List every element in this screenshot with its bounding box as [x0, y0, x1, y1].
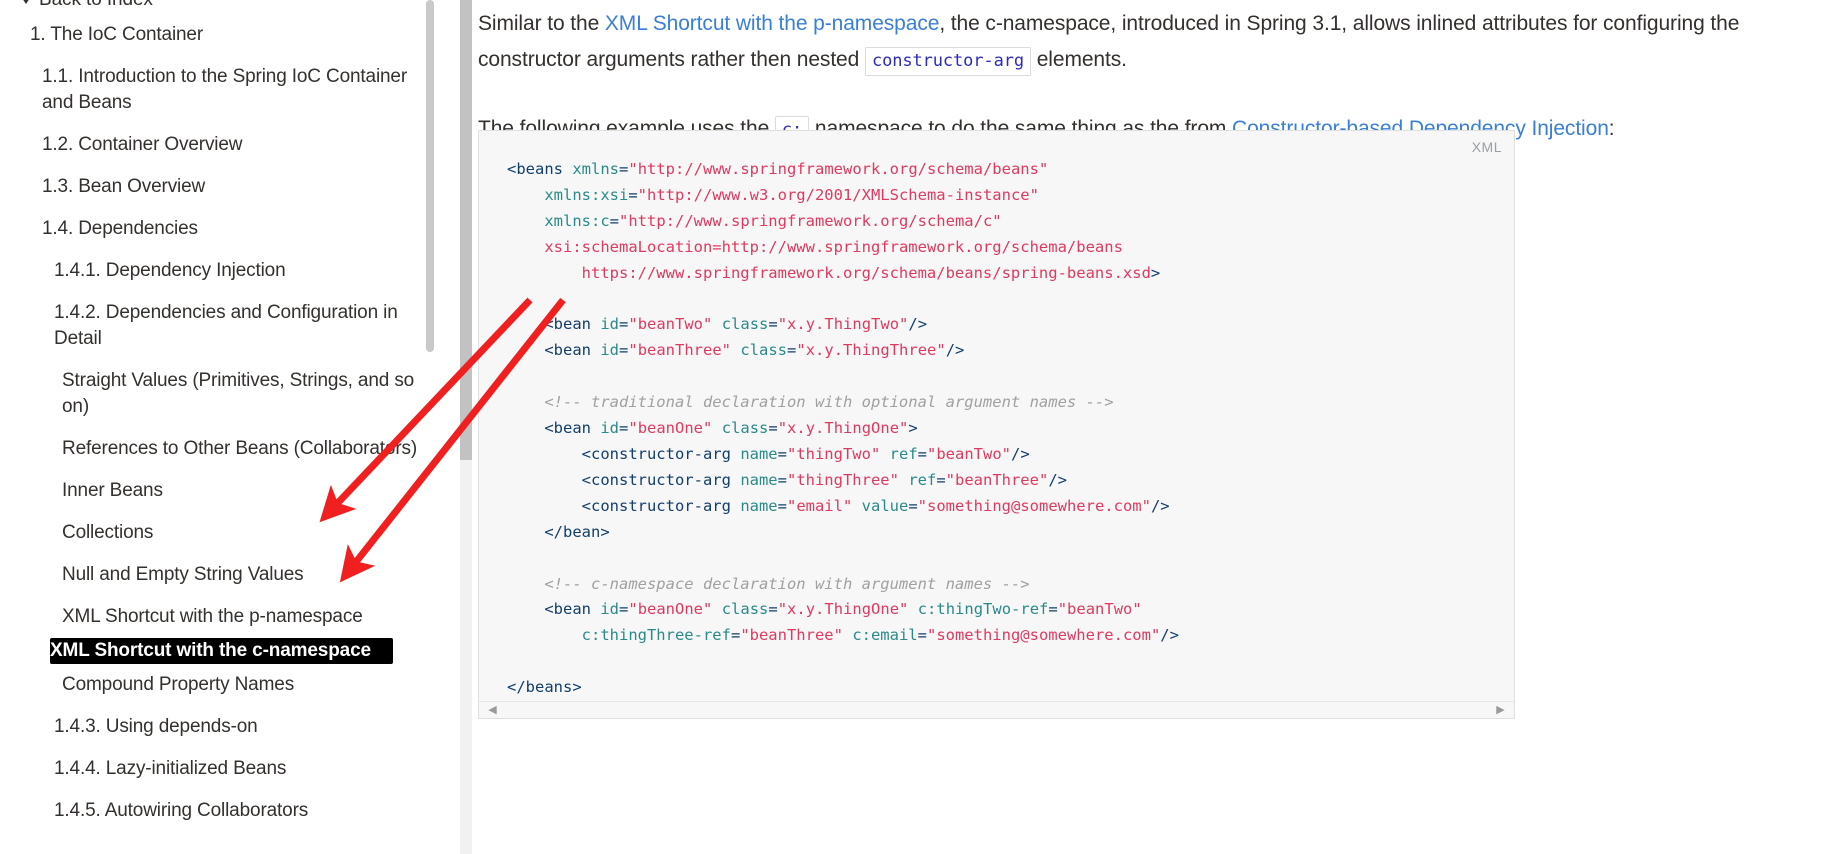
sidebar-item-dependencies-and-configuration-in-detail[interactable]: 1.4.2. Dependencies and Configuration in…	[0, 292, 432, 360]
sidebar-item-compound-property-names[interactable]: Compound Property Names	[0, 664, 432, 706]
sidebar-item-the-ioc-container[interactable]: 1. The IoC Container	[0, 14, 432, 56]
sidebar-item-references-to-other-beans[interactable]: References to Other Beans (Collaborators…	[0, 428, 432, 470]
inline-code-constructor-arg: constructor-arg	[864, 47, 1031, 76]
caret-right-icon[interactable]: ▶	[1495, 705, 1506, 716]
sidebar-item-row-active: XML Shortcut with the c-namespace	[0, 638, 432, 664]
page-scrollbar-thumb[interactable]	[460, 0, 472, 460]
code-content[interactable]: <beans xmlns="http://www.springframework…	[479, 131, 1179, 701]
sidebar-item-inner-beans[interactable]: Inner Beans	[0, 470, 432, 512]
sidebar-item-using-depends-on[interactable]: 1.4.3. Using depends-on	[0, 706, 432, 748]
sidebar-item-lazy-initialized-beans[interactable]: 1.4.4. Lazy-initialized Beans	[0, 748, 432, 790]
code-language-label: XML	[1471, 139, 1502, 155]
sidebar-item-xml-shortcut-p-namespace[interactable]: XML Shortcut with the p-namespace	[0, 596, 432, 638]
chevron-left-icon	[22, 0, 30, 4]
sidebar-item-straight-values[interactable]: Straight Values (Primitives, Strings, an…	[0, 360, 432, 428]
article-body: Similar to the XML Shortcut with the p-n…	[478, 0, 1823, 147]
sidebar-item-xml-shortcut-c-namespace[interactable]: XML Shortcut with the c-namespace	[50, 638, 393, 664]
caret-left-icon[interactable]: ◀	[487, 705, 498, 716]
sidebar-item-dependency-injection[interactable]: 1.4.1. Dependency Injection	[0, 250, 432, 292]
sidebar-item-container-overview[interactable]: 1.2. Container Overview	[0, 124, 432, 166]
back-to-index-link[interactable]: Back to Index	[0, 0, 432, 14]
sidebar-item-dependencies[interactable]: 1.4. Dependencies	[0, 208, 432, 250]
documentation-page: Back to Index 1. The IoC Container 1.1. …	[0, 0, 1823, 854]
sidebar-item-list: 1. The IoC Container 1.1. Introduction t…	[0, 14, 432, 832]
sidebar-item-autowiring-collaborators[interactable]: 1.4.5. Autowiring Collaborators	[0, 790, 432, 832]
link-xml-shortcut-p-namespace[interactable]: XML Shortcut with the p-namespace	[605, 12, 940, 35]
sidebar-item-collections[interactable]: Collections	[0, 512, 432, 554]
intro-paragraph: Similar to the XML Shortcut with the p-n…	[478, 0, 1823, 78]
paragraph2-text-part3: :	[1608, 117, 1615, 140]
sidebar-scrollbar-thumb[interactable]	[426, 0, 434, 352]
sidebar-item-null-and-empty-string-values[interactable]: Null and Empty String Values	[0, 554, 432, 596]
code-horizontal-scrollbar[interactable]: ◀ ▶	[479, 701, 1514, 718]
xml-code-block: XML <beans xmlns="http://www.springframe…	[478, 130, 1515, 719]
paragraph1-text-part3: elements.	[1030, 48, 1127, 71]
sidebar-item-introduction-to-the-spring-ioc-container-and-beans[interactable]: 1.1. Introduction to the Spring IoC Cont…	[0, 56, 432, 124]
main-content: Similar to the XML Shortcut with the p-n…	[440, 0, 1823, 854]
sidebar-item-bean-overview[interactable]: 1.3. Bean Overview	[0, 166, 432, 208]
paragraph1-text-part1: Similar to the	[478, 12, 605, 35]
sidebar-navigation: Back to Index 1. The IoC Container 1.1. …	[0, 0, 440, 854]
back-to-index-label: Back to Index	[39, 0, 153, 11]
sidebar-scroll-content: Back to Index 1. The IoC Container 1.1. …	[0, 0, 432, 832]
